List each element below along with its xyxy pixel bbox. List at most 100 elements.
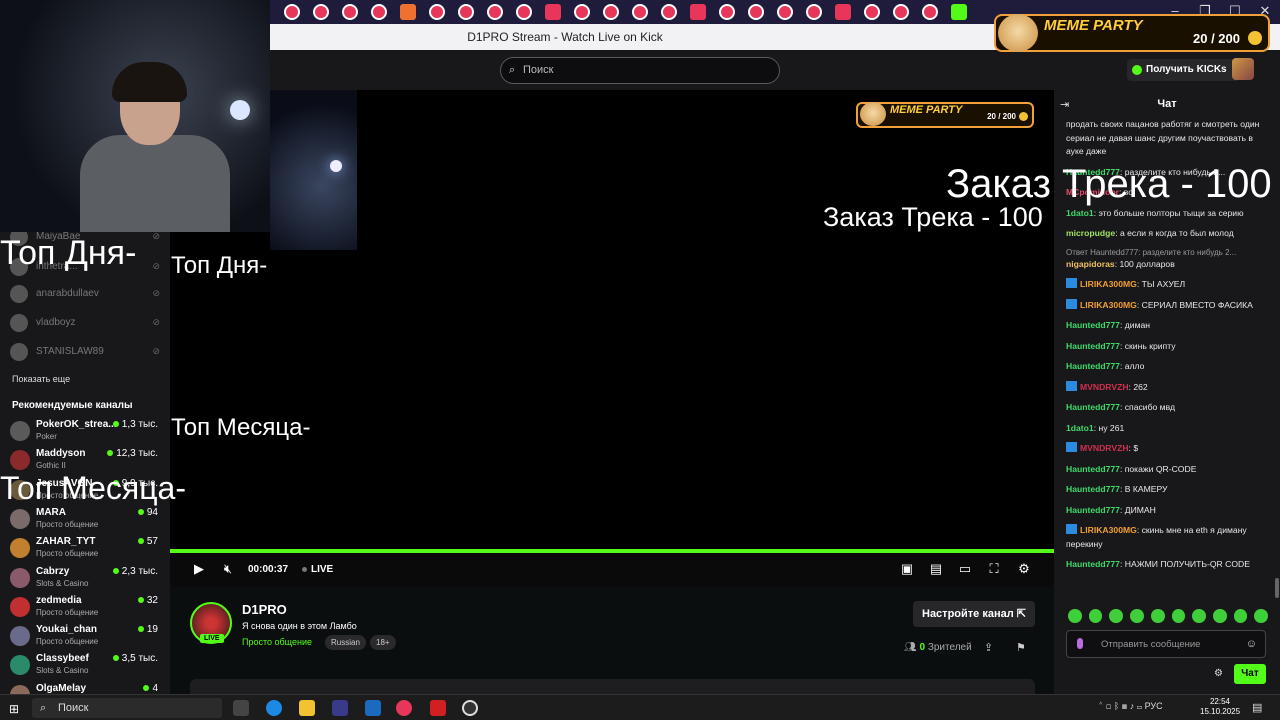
windows-start-icon[interactable]: ⊞ [9, 702, 21, 716]
emoji-icon[interactable]: ☺ [1246, 638, 1257, 650]
share-icon[interactable]: ⇪ [984, 641, 993, 654]
yandex-icon[interactable] [371, 4, 387, 20]
chat-username[interactable]: Hauntedd777 [1066, 484, 1120, 494]
following-item[interactable]: STANISLAW89 ⊘ [10, 341, 160, 361]
chevron-up-icon[interactable]: ⌃ [1098, 701, 1103, 711]
yandex-icon[interactable] [313, 4, 329, 20]
chat-settings-icon[interactable]: ⚙ [1214, 668, 1223, 679]
task-view-icon[interactable] [233, 700, 249, 716]
telegram-icon[interactable] [516, 4, 532, 20]
chat-username[interactable]: LIRIKA300MG [1080, 525, 1137, 535]
yandex-icon[interactable] [487, 4, 503, 20]
yandex-icon[interactable] [284, 4, 300, 20]
chat-send-button[interactable]: Чат [1234, 664, 1266, 684]
yandex-icon[interactable] [342, 4, 358, 20]
tag-language[interactable]: Russian [325, 635, 366, 650]
emote-icon[interactable] [1109, 609, 1124, 623]
emote-icon[interactable] [1130, 609, 1144, 623]
following-item[interactable]: vladboyz ⊘ [10, 312, 160, 332]
emote-icon[interactable] [1233, 609, 1248, 623]
recommended-channel[interactable]: MARA Просто общение 94 [10, 507, 162, 533]
yandex-browser-icon[interactable] [396, 700, 412, 716]
yandex-icon[interactable] [458, 4, 474, 20]
recommended-channel[interactable]: Classybeef Slots & Casino 3,5 тыс. [10, 653, 162, 679]
mk-icon[interactable] [400, 4, 416, 20]
get-kicks-button[interactable]: Получить KICKs [1127, 59, 1240, 81]
store-icon[interactable] [332, 700, 348, 716]
tray-app-icon[interactable]: ▢ [1106, 701, 1111, 711]
taskbar-search[interactable]: ⌕ Поиск [32, 698, 222, 718]
volume-icon[interactable]: ♪ [1130, 701, 1135, 711]
setup-channel-button[interactable]: Настройте канал ⇱ [913, 601, 1035, 627]
yandex-icon[interactable] [430, 700, 446, 716]
circle-icon[interactable] [574, 4, 590, 20]
chat-username[interactable]: 1dato1 [1066, 208, 1094, 218]
following-item[interactable]: anarabdullaev ⊘ [10, 283, 160, 303]
microphone-icon[interactable] [1077, 638, 1083, 649]
chat-username[interactable]: micropudge [1066, 228, 1115, 238]
language-indicator[interactable]: РУС [1145, 701, 1163, 711]
muted-icon[interactable]: 🔇︎ [219, 560, 237, 578]
chat-username[interactable]: Hauntedd777 [1066, 402, 1120, 412]
youtube-icon[interactable] [864, 4, 880, 20]
recommended-channel[interactable]: ZAHAR_TYT Просто общение 57 [10, 536, 162, 562]
channel-name[interactable]: D1PRO [242, 602, 287, 617]
chat-username[interactable]: nigapidoras [1066, 259, 1115, 269]
obs-icon[interactable] [462, 700, 478, 716]
network-icon[interactable]: ▦ [1122, 701, 1127, 711]
chat-username[interactable]: Hauntedd777 [1066, 559, 1120, 569]
recommended-channel[interactable]: zedmedia Просто общение 32 [10, 595, 162, 621]
chat-username[interactable]: MVNDRVZH [1080, 382, 1129, 392]
play-icon[interactable]: ▶ [190, 560, 208, 578]
chat-username[interactable]: Hauntedd777 [1066, 341, 1120, 351]
chat-username[interactable]: Hauntedd777 [1066, 361, 1120, 371]
stream-category[interactable]: Просто общение [242, 637, 312, 647]
file-explorer-icon[interactable] [299, 700, 315, 716]
yandex-icon[interactable] [690, 4, 706, 20]
kick-icon[interactable] [951, 4, 967, 20]
clip-icon[interactable]: ▤ [927, 560, 945, 578]
emote-icon[interactable] [1192, 609, 1206, 623]
green-icon[interactable] [603, 4, 619, 20]
tag-age[interactable]: 18+ [370, 635, 396, 650]
settings-icon[interactable]: ⚙ [1015, 560, 1033, 578]
chess-icon[interactable] [719, 4, 735, 20]
show-more-link[interactable]: Показать еще [12, 374, 70, 384]
notifications-icon[interactable]: ▤ [1252, 701, 1262, 714]
user-options-icon[interactable]: ⚑ [1016, 641, 1026, 654]
g-icon[interactable] [922, 4, 938, 20]
check-dark-icon[interactable] [806, 4, 822, 20]
live-indicator[interactable]: LIVE [302, 564, 333, 575]
user-avatar[interactable] [1232, 58, 1254, 80]
chat-username[interactable]: Hauntedd777 [1066, 320, 1120, 330]
yandex-icon[interactable] [429, 4, 445, 20]
outlook-icon[interactable] [365, 700, 381, 716]
youtube-icon[interactable] [835, 4, 851, 20]
youtube-icon[interactable] [893, 4, 909, 20]
chat-scrollbar[interactable] [1275, 578, 1279, 598]
edge-icon[interactable] [266, 700, 282, 716]
chat-username[interactable]: LIRIKA300MG [1080, 279, 1137, 289]
recommended-channel[interactable]: PokerOK_strea... Poker 1,3 тыс. [10, 419, 162, 445]
search-input[interactable]: ⌕ Поиск [500, 57, 780, 84]
emote-icon[interactable] [1171, 609, 1186, 623]
recommended-channel[interactable]: Cabrzy Slots & Casino 2,3 тыс. [10, 566, 162, 592]
wb-icon[interactable] [661, 4, 677, 20]
recommended-channel[interactable]: Youkai_chan Просто общение 19 [10, 624, 162, 650]
chat-username[interactable]: Hauntedd777 [1066, 505, 1120, 515]
fullscreen-icon[interactable]: ⛶ [985, 560, 1003, 578]
chat-username[interactable]: LIRIKA300MG [1080, 300, 1137, 310]
check-icon[interactable] [748, 4, 764, 20]
emote-icon[interactable] [1088, 609, 1103, 623]
emote-icon[interactable] [1068, 609, 1082, 623]
chat-username[interactable]: 1dato1 [1066, 423, 1094, 433]
emote-icon[interactable] [1254, 609, 1269, 623]
chat-username[interactable]: MVNDRVZH [1080, 443, 1129, 453]
chat-username[interactable]: Hauntedd777 [1066, 464, 1120, 474]
emote-icon[interactable] [1212, 609, 1227, 623]
chat-input[interactable]: Отправить сообщение ☺ [1066, 630, 1266, 658]
theater-icon[interactable]: ▭ [956, 560, 974, 578]
r-icon[interactable] [777, 4, 793, 20]
emote-icon[interactable] [1150, 609, 1165, 623]
bluetooth-icon[interactable]: ᛒ [1114, 701, 1119, 711]
